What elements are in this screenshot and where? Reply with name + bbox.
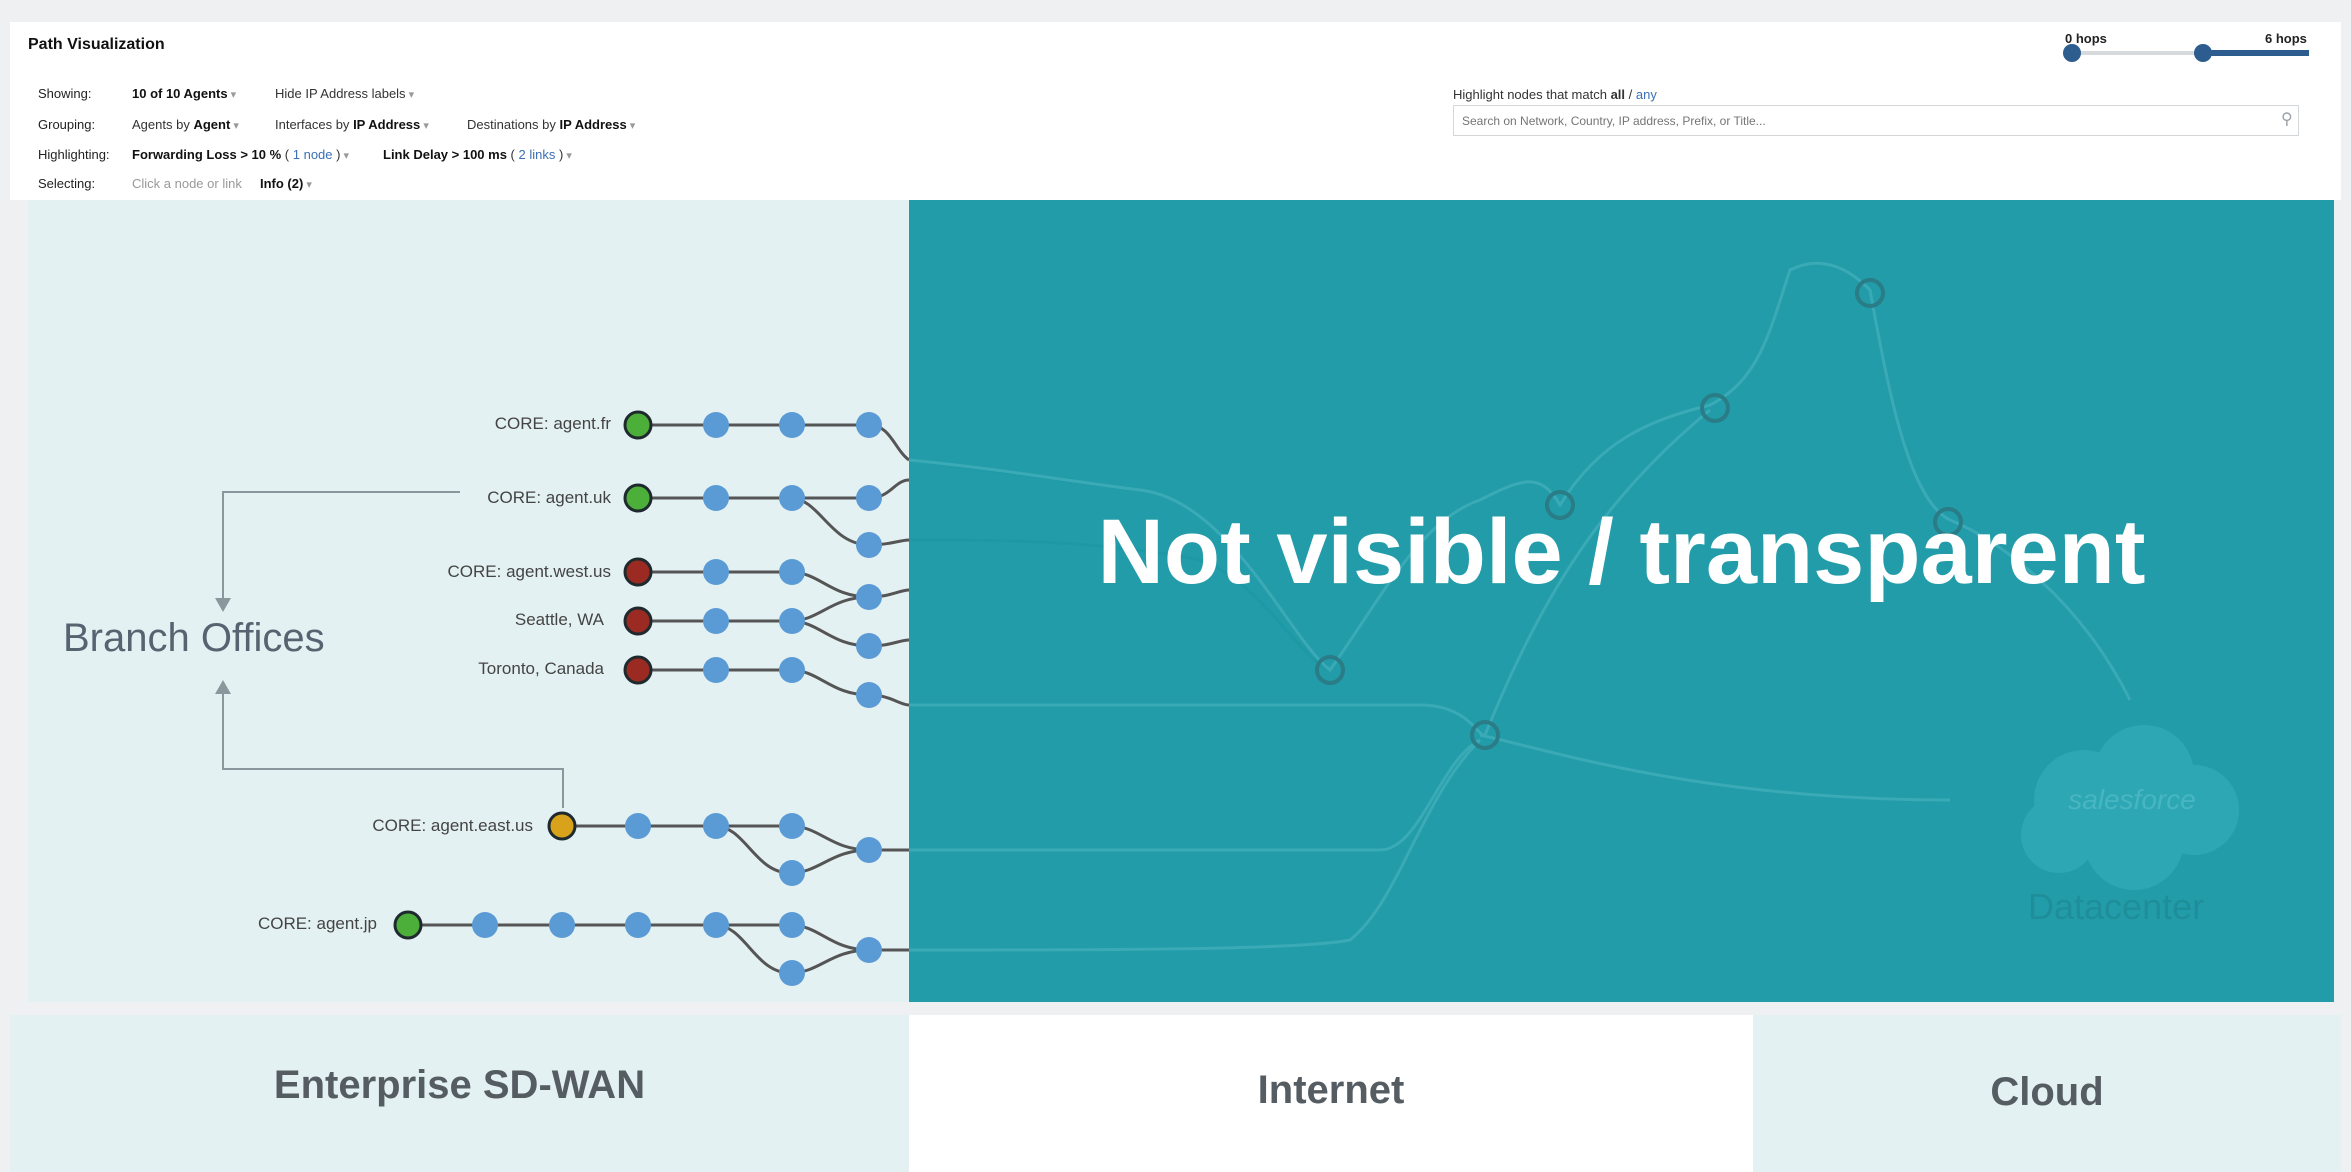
hop-node[interactable] bbox=[779, 412, 805, 438]
hop-node[interactable] bbox=[856, 837, 882, 863]
overlay-hint-links bbox=[909, 261, 2132, 952]
hop-node[interactable] bbox=[779, 559, 805, 585]
stage: Path Visualization Showing: 10 of 10 Age… bbox=[0, 0, 2351, 1172]
hop-node[interactable] bbox=[856, 633, 882, 659]
hop-node[interactable] bbox=[856, 485, 882, 511]
agent-node-east-us[interactable] bbox=[547, 811, 577, 841]
hop-node[interactable] bbox=[779, 657, 805, 683]
agent-node-uk[interactable] bbox=[623, 483, 653, 513]
zone-cloud: Cloud bbox=[1753, 1015, 2341, 1172]
datacenter-label: Datacenter bbox=[2028, 886, 2205, 927]
hop-node[interactable] bbox=[549, 912, 575, 938]
overlay-hint-path bbox=[1479, 733, 1951, 802]
hop-node[interactable] bbox=[856, 937, 882, 963]
hop-node[interactable] bbox=[856, 682, 882, 708]
branch-bracket-bottom bbox=[222, 690, 564, 808]
hop-node[interactable] bbox=[703, 485, 729, 511]
zone-enterprise-sdwan: Enterprise SD-WAN bbox=[10, 1015, 909, 1172]
agent-node-west-us[interactable] bbox=[623, 557, 653, 587]
hop-node[interactable] bbox=[856, 532, 882, 558]
agent-label: CORE: agent.jp bbox=[257, 914, 377, 933]
agent-label: CORE: agent.fr bbox=[494, 414, 611, 433]
zone-cloud-label: Cloud bbox=[1990, 1070, 2104, 1114]
hop-node[interactable] bbox=[856, 584, 882, 610]
salesforce-label: salesforce bbox=[2068, 784, 2196, 815]
hop-node[interactable] bbox=[779, 860, 805, 886]
agent-node-seattle[interactable] bbox=[623, 606, 653, 636]
hop-node[interactable] bbox=[625, 912, 651, 938]
agent-node-jp[interactable] bbox=[393, 910, 423, 940]
branch-bracket-top bbox=[222, 491, 460, 600]
hop-node[interactable] bbox=[703, 912, 729, 938]
overlay-message: Not visible / transparent bbox=[1097, 501, 2146, 603]
agent-label: CORE: agent.west.us bbox=[447, 562, 611, 581]
hop-node[interactable] bbox=[856, 412, 882, 438]
hop-node[interactable] bbox=[703, 608, 729, 634]
arrow-up-icon bbox=[215, 680, 231, 694]
hop-node[interactable] bbox=[703, 813, 729, 839]
hop-node[interactable] bbox=[779, 813, 805, 839]
hop-node[interactable] bbox=[703, 412, 729, 438]
agent-node-toronto[interactable] bbox=[623, 655, 653, 685]
arrow-down-icon bbox=[215, 598, 231, 612]
hop-node[interactable] bbox=[779, 960, 805, 986]
zone-sdwan-label: Enterprise SD-WAN bbox=[273, 1063, 646, 1107]
branch-offices-label: Branch Offices bbox=[63, 616, 325, 660]
hop-node[interactable] bbox=[779, 912, 805, 938]
overlay-hint-path bbox=[909, 261, 1951, 673]
path-link[interactable] bbox=[789, 496, 910, 547]
agent-label: CORE: agent.uk bbox=[487, 488, 611, 507]
hop-node[interactable] bbox=[703, 559, 729, 585]
hop-node[interactable] bbox=[625, 813, 651, 839]
agent-label: Toronto, Canada bbox=[478, 659, 604, 678]
agent-label: Seattle, WA bbox=[514, 610, 604, 629]
hop-node[interactable] bbox=[779, 608, 805, 634]
agent-node-fr[interactable] bbox=[623, 410, 653, 440]
zone-internet-label: Internet bbox=[1257, 1068, 1405, 1112]
zone-internet: Internet bbox=[909, 1015, 1753, 1172]
hop-node[interactable] bbox=[779, 485, 805, 511]
hop-node[interactable] bbox=[472, 912, 498, 938]
agent-label: CORE: agent.east.us bbox=[372, 816, 533, 835]
hop-node[interactable] bbox=[703, 657, 729, 683]
overlay-hint-node bbox=[1700, 393, 1730, 423]
overlay-hint-path bbox=[909, 738, 1481, 852]
